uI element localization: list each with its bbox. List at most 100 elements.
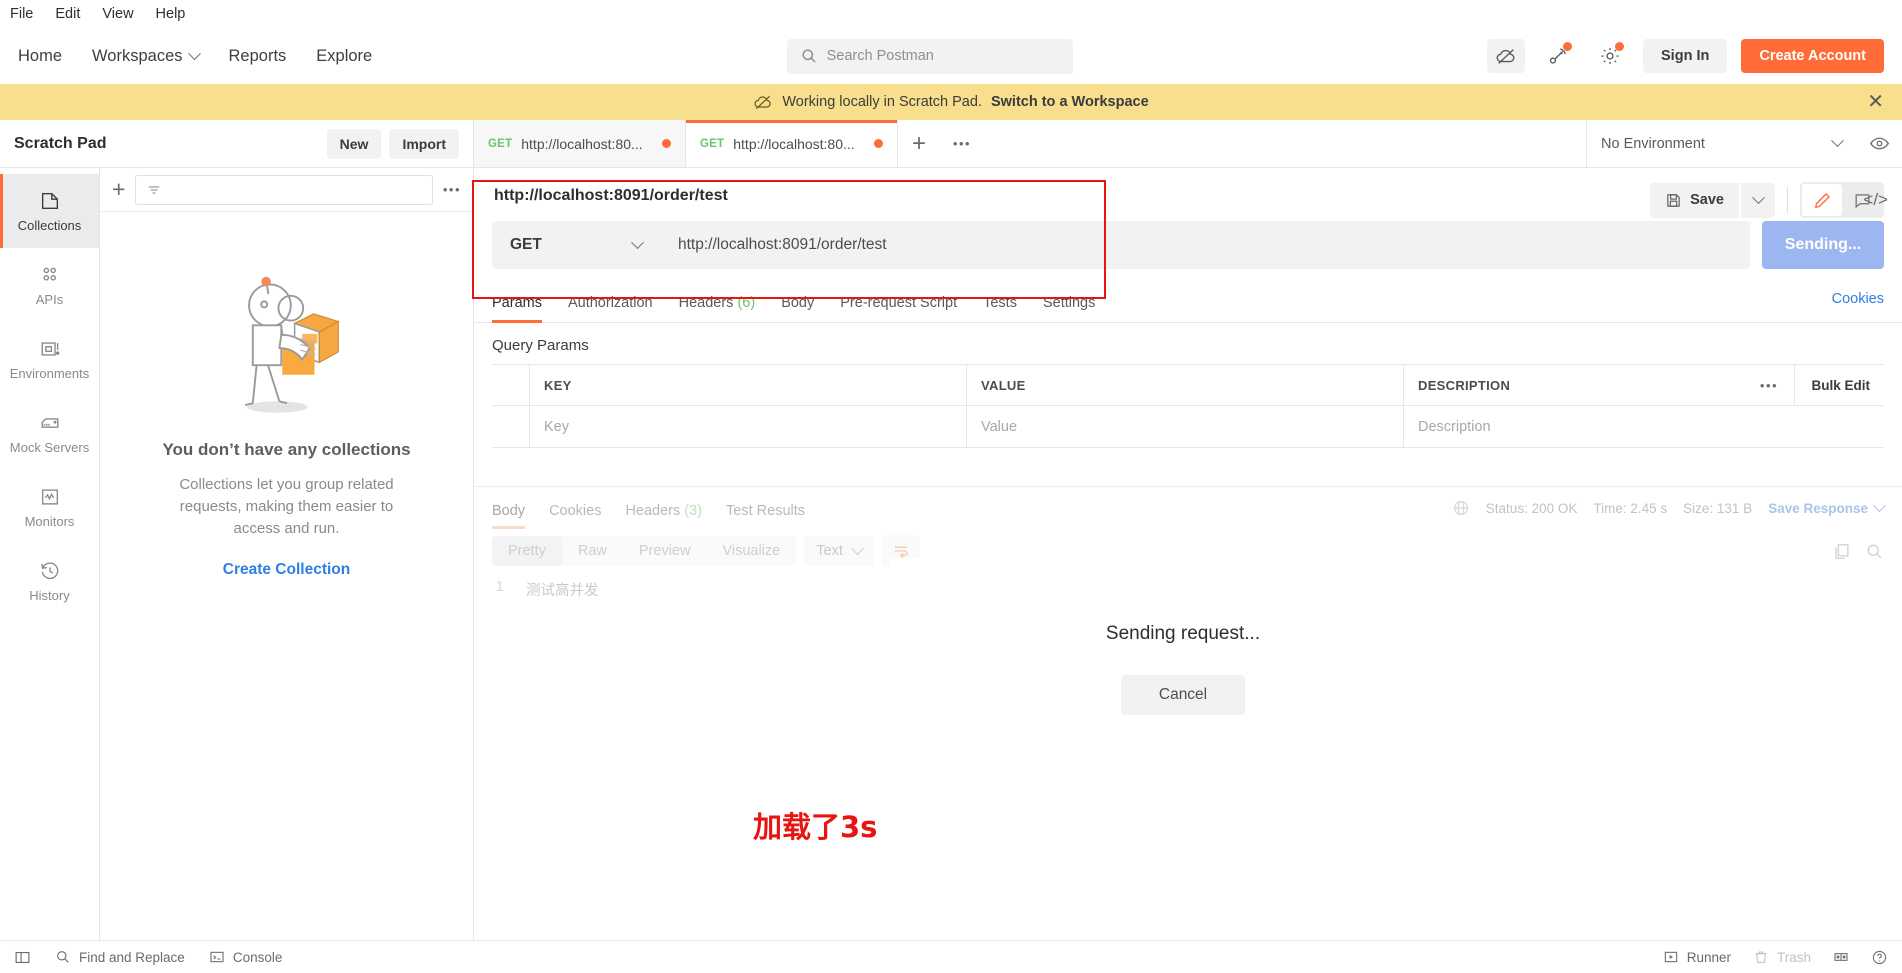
- console-icon: [210, 951, 224, 963]
- format-pretty-button[interactable]: Pretty: [492, 536, 562, 566]
- cookies-link[interactable]: Cookies: [1832, 291, 1884, 318]
- find-and-replace-label: Find and Replace: [79, 949, 185, 965]
- save-button[interactable]: Save: [1650, 182, 1739, 218]
- menu-item-view[interactable]: View: [102, 6, 133, 22]
- format-visualize-button[interactable]: Visualize: [706, 536, 796, 566]
- create-collection-link[interactable]: Create Collection: [223, 561, 350, 579]
- sidebar-item-collections[interactable]: Collections: [0, 174, 99, 248]
- workbench-header: Scratch Pad New Import GET http://localh…: [0, 120, 1902, 168]
- response-tab-headers[interactable]: Headers (3): [625, 497, 702, 529]
- cloud-offline-icon[interactable]: [1487, 39, 1526, 73]
- filter-input[interactable]: [135, 174, 433, 205]
- console-button[interactable]: Console: [209, 949, 282, 965]
- tab-tests-label: Tests: [983, 295, 1017, 311]
- send-button[interactable]: Sending...: [1762, 221, 1884, 269]
- banner-switch-link[interactable]: Switch to a Workspace: [991, 94, 1149, 110]
- search-input[interactable]: Search Postman: [786, 38, 1073, 74]
- empty-state-title: You don’t have any collections: [162, 440, 411, 459]
- tab-params[interactable]: Params: [492, 287, 542, 323]
- sidebar-item-collections-label: Collections: [17, 217, 82, 233]
- nav-explore[interactable]: Explore: [316, 47, 372, 66]
- runner-button[interactable]: Runner: [1663, 949, 1731, 965]
- collections-empty-state: You don’t have any collections Collectio…: [100, 212, 473, 940]
- runner-label: Runner: [1686, 949, 1731, 965]
- line-number: 1: [495, 579, 504, 595]
- format-raw-button[interactable]: Raw: [562, 536, 623, 566]
- sidebar-item-environments[interactable]: Environments: [0, 322, 99, 396]
- find-and-replace-button[interactable]: Find and Replace: [55, 949, 185, 965]
- tab-body[interactable]: Body: [781, 287, 814, 322]
- add-collection-button[interactable]: +: [112, 178, 125, 201]
- response-body-line: 测试高并发: [526, 583, 599, 599]
- table-options-icon[interactable]: •••: [1743, 365, 1796, 405]
- menu-item-help[interactable]: Help: [156, 6, 186, 22]
- save-response-button[interactable]: Save Response: [1768, 498, 1886, 516]
- gear-icon[interactable]: [1591, 39, 1629, 73]
- monitors-icon: [41, 488, 58, 505]
- import-button[interactable]: Import: [389, 128, 459, 159]
- help-button[interactable]: [1871, 949, 1888, 966]
- request-tab-2[interactable]: GET http://localhost:80...: [686, 120, 898, 167]
- nav-home[interactable]: Home: [18, 47, 62, 66]
- value-input[interactable]: Value: [981, 419, 1017, 435]
- top-nav-actions: Sign In Create Account: [1487, 39, 1884, 73]
- sidebar-more-icon[interactable]: •••: [443, 182, 461, 197]
- environment-quick-look-icon[interactable]: [1856, 120, 1902, 167]
- tab-tests[interactable]: Tests: [983, 287, 1017, 322]
- new-tab-button[interactable]: +: [898, 120, 940, 167]
- edit-mode-button[interactable]: [1802, 184, 1842, 216]
- cancel-button[interactable]: Cancel: [1120, 675, 1246, 715]
- tab-authorization-label: Authorization: [567, 295, 653, 311]
- sidebar-item-monitors[interactable]: Monitors: [0, 470, 99, 544]
- tab-settings[interactable]: Settings: [1043, 287, 1095, 322]
- save-options-button[interactable]: [1741, 182, 1775, 218]
- workbench-left-header: Scratch Pad New Import: [0, 120, 474, 167]
- sidebar-item-apis[interactable]: APIs: [0, 248, 99, 322]
- layout-toggle-button[interactable]: [1833, 949, 1849, 965]
- column-header-key: KEY: [544, 377, 572, 393]
- pencil-icon: [1814, 192, 1830, 208]
- invite-icon[interactable]: [1539, 39, 1577, 73]
- request-config-tabs: Params Authorization Headers (6) Body Pr…: [474, 287, 1902, 323]
- response-tab-test-results[interactable]: Test Results: [726, 497, 805, 529]
- code-snippet-icon[interactable]: </>: [1863, 190, 1888, 210]
- tab-headers[interactable]: Headers (6): [679, 287, 756, 322]
- annotation-note: 加载了3s: [753, 810, 878, 844]
- key-input[interactable]: Key: [544, 419, 569, 435]
- response-tab-cookies[interactable]: Cookies: [549, 497, 601, 529]
- response-format-group: Pretty Raw Preview Visualize: [492, 536, 797, 566]
- bulk-edit-button[interactable]: Bulk Edit: [1795, 378, 1884, 393]
- copy-icon[interactable]: [1832, 542, 1851, 561]
- nav-workspaces[interactable]: Workspaces: [92, 47, 201, 66]
- close-icon[interactable]: ✕: [1867, 92, 1884, 112]
- nav-reports[interactable]: Reports: [229, 47, 287, 66]
- tab-pre-request-script[interactable]: Pre-request Script: [840, 287, 957, 322]
- new-button[interactable]: New: [326, 128, 382, 159]
- menu-item-file[interactable]: File: [10, 6, 33, 22]
- response-tab-body-label: Body: [492, 503, 526, 519]
- request-tab-1-unsaved-dot: [662, 139, 671, 148]
- tab-authorization[interactable]: Authorization: [568, 287, 653, 322]
- request-tab-1[interactable]: GET http://localhost:80...: [474, 120, 686, 167]
- response-tab-test-results-label: Test Results: [726, 503, 806, 519]
- request-name[interactable]: http://localhost:8091/order/test: [492, 180, 1650, 221]
- format-preview-button[interactable]: Preview: [623, 536, 707, 566]
- tab-options-icon[interactable]: •••: [940, 120, 984, 167]
- url-input[interactable]: http://localhost:8091/order/test: [660, 221, 1750, 269]
- menu-item-edit[interactable]: Edit: [55, 6, 80, 22]
- content-type-select[interactable]: Text: [804, 536, 874, 566]
- sidebar-item-history[interactable]: History: [0, 544, 99, 618]
- sidebar-toggle-button[interactable]: [14, 949, 31, 966]
- environment-selector[interactable]: No Environment: [1586, 120, 1856, 167]
- response-tab-body[interactable]: Body: [492, 497, 526, 529]
- create-account-button[interactable]: Create Account: [1741, 39, 1884, 73]
- description-input[interactable]: Description: [1418, 419, 1491, 435]
- sign-in-button[interactable]: Sign In: [1643, 39, 1728, 73]
- sidebar-item-mock-servers[interactable]: Mock Servers: [0, 396, 99, 470]
- select-all-checkbox-cell[interactable]: [492, 365, 530, 405]
- http-method-select[interactable]: GET: [492, 221, 660, 269]
- trash-button[interactable]: Trash: [1753, 949, 1811, 965]
- row-checkbox-cell[interactable]: [492, 406, 530, 447]
- search-response-icon[interactable]: [1865, 542, 1884, 561]
- top-nav-links: Home Workspaces Reports Explore: [18, 47, 372, 66]
